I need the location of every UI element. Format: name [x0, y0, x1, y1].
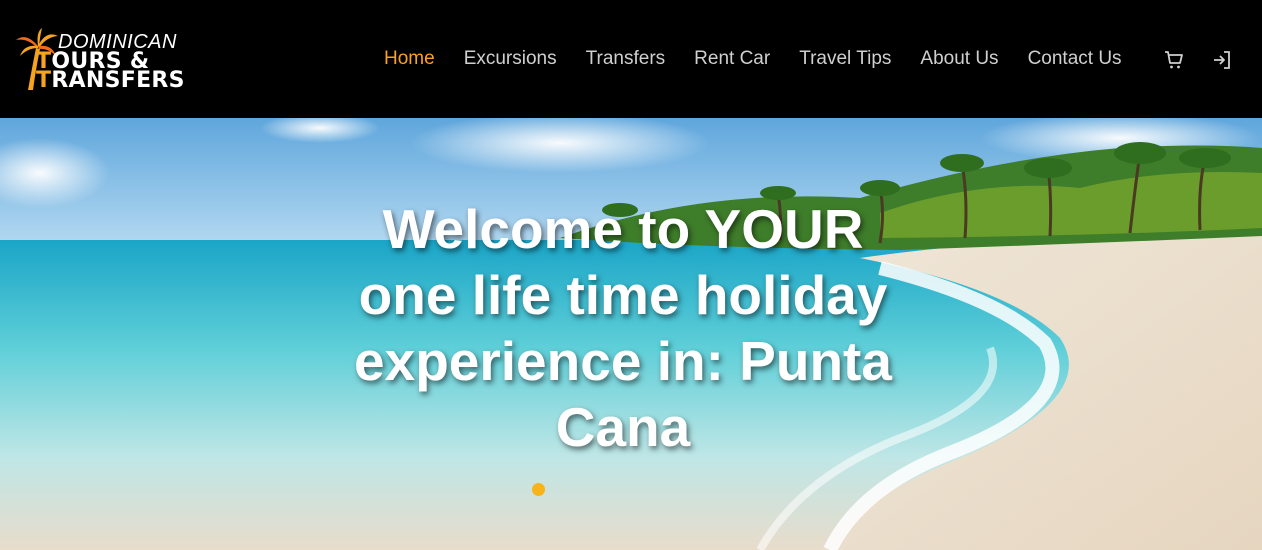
nav-excursions[interactable]: Excursions	[464, 48, 557, 70]
main-nav: Home Excursions Transfers Rent Car Trave…	[384, 48, 1151, 70]
nav-rent-car[interactable]: Rent Car	[694, 48, 770, 70]
hero-title: Welcome to YOUR one life time holiday ex…	[354, 198, 892, 458]
nav-transfers[interactable]: Transfers	[586, 48, 666, 70]
logo-text-transfers: TRANSFERS	[36, 68, 185, 93]
cart-icon[interactable]	[1163, 49, 1185, 71]
nav-travel-tips[interactable]: Travel Tips	[799, 48, 891, 70]
nav-about-us[interactable]: About Us	[920, 48, 998, 70]
hero-banner: Welcome to YOUR one life time holiday ex…	[0, 118, 1262, 550]
login-icon[interactable]	[1211, 49, 1233, 71]
site-logo[interactable]: DOMINICAN TOURS & TRANSFERS	[16, 28, 184, 94]
site-header: DOMINICAN TOURS & TRANSFERS Home Excursi…	[0, 0, 1262, 118]
nav-home[interactable]: Home	[384, 48, 435, 70]
slider-dot[interactable]	[532, 483, 545, 496]
nav-contact-us[interactable]: Contact Us	[1028, 48, 1122, 70]
